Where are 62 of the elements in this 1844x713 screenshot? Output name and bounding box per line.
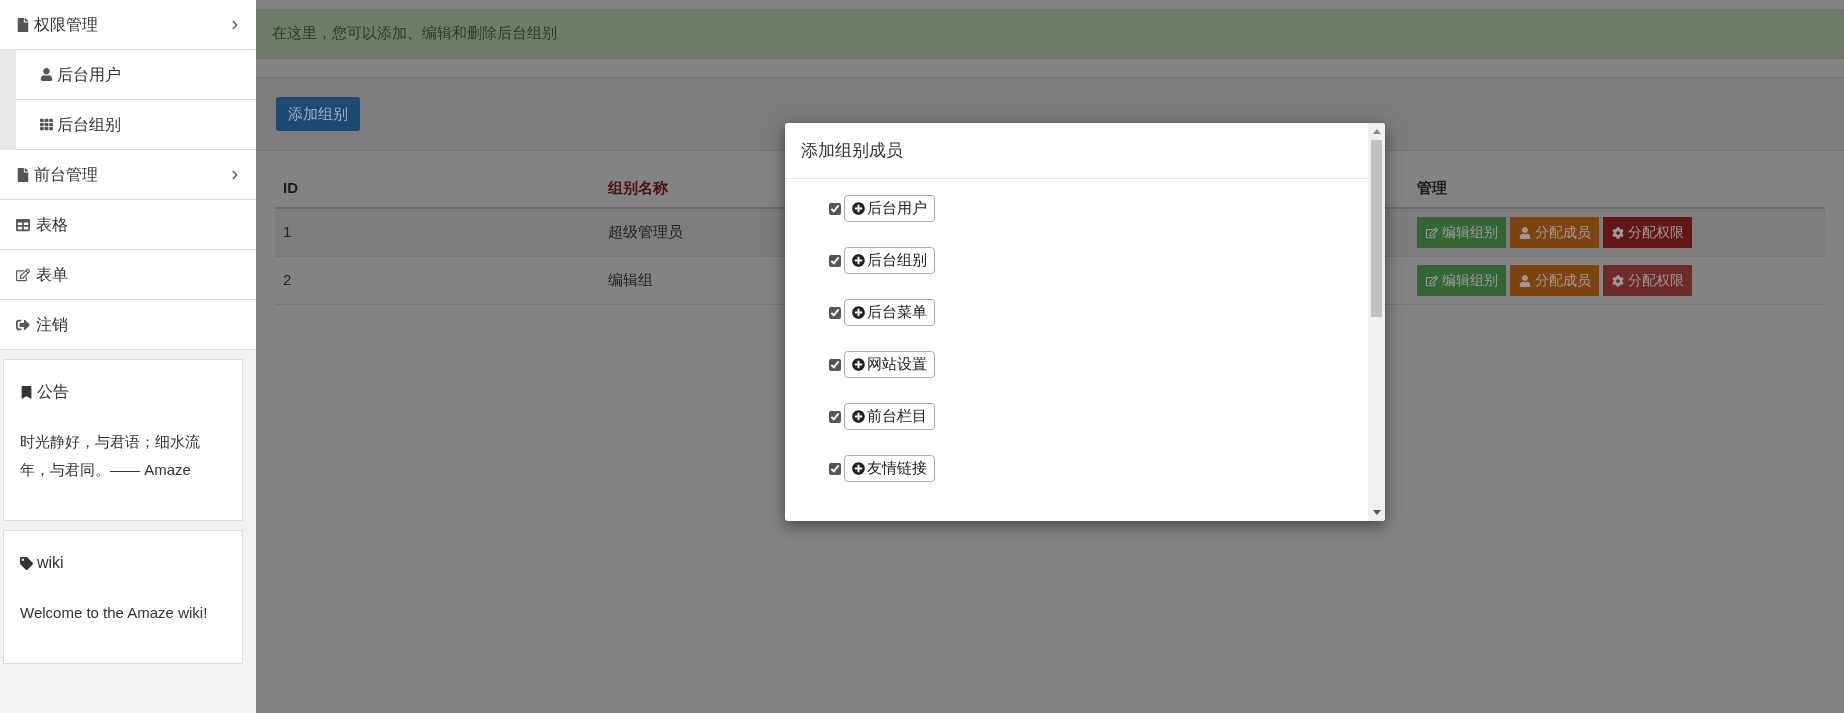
checkbox[interactable] — [829, 202, 841, 215]
action-button[interactable]: 分配权限 — [1603, 217, 1692, 248]
panel-title: 公告 — [37, 382, 69, 402]
checkbox[interactable] — [829, 306, 841, 319]
gear-icon — [1611, 274, 1624, 287]
panel-text: Welcome to the Amaze wiki! — [20, 603, 209, 623]
sidebar-subitem[interactable]: 后台组别 — [16, 100, 256, 150]
tag-icon — [20, 556, 33, 570]
sign-out-icon — [16, 317, 30, 332]
member-button[interactable]: 后台菜单 — [844, 299, 935, 326]
sidebar-item-label: 前台管理 — [34, 164, 98, 185]
edit-icon — [16, 267, 30, 282]
sidebar-item[interactable]: 表单 — [0, 250, 256, 300]
panel-text: 时光静好，与君语；细水流年，与君同。—— Amaze — [20, 432, 201, 480]
sidebar-subitem-label: 后台用户 — [57, 64, 121, 85]
edit-icon — [1425, 274, 1438, 287]
grid-icon — [40, 118, 53, 131]
modal-title: 添加组别成员 — [801, 139, 903, 162]
user-icon — [40, 68, 53, 81]
sidebar-item[interactable]: 表格 — [0, 200, 256, 250]
user-icon — [1518, 274, 1531, 287]
panel-title: wiki — [37, 553, 64, 573]
member-button[interactable]: 网站设置 — [844, 351, 935, 378]
column-header: 管理 — [1416, 177, 1448, 198]
sidebar-item-label: 注销 — [36, 314, 68, 335]
bookmark-icon — [20, 385, 33, 399]
chevron-right-icon — [230, 169, 240, 180]
sidebar-item[interactable]: 前台管理 — [0, 150, 256, 200]
scroll-up-icon[interactable] — [1372, 129, 1381, 134]
column-header: 组别名称 — [607, 177, 669, 198]
action-button[interactable]: 分配权限 — [1603, 265, 1692, 296]
gear-icon — [1611, 226, 1624, 239]
chevron-right-icon — [230, 19, 240, 30]
scroll-down-icon[interactable] — [1372, 510, 1381, 515]
sidebar-subitem-label: 后台组别 — [57, 114, 121, 135]
table-cell-text: 超级管理员 — [607, 222, 684, 243]
sidebar-item[interactable]: 权限管理 — [0, 0, 256, 50]
table-icon — [16, 217, 30, 232]
user-icon — [1518, 226, 1531, 239]
checkbox[interactable] — [829, 462, 841, 475]
file-icon — [16, 17, 30, 32]
table-cell-text: 2 — [282, 270, 293, 291]
sidebar-item-label: 表单 — [36, 264, 68, 285]
file-icon — [16, 167, 30, 182]
sidebar-item-label: 权限管理 — [34, 14, 98, 35]
table-cell-text: 1 — [282, 222, 293, 243]
column-header: ID — [282, 177, 299, 198]
member-button[interactable]: 后台组别 — [844, 247, 935, 274]
sidebar-item[interactable]: 注销 — [0, 300, 256, 350]
table-cell-text: 编辑组 — [607, 270, 654, 291]
member-button[interactable]: 前台栏目 — [844, 403, 935, 430]
scrollbar[interactable] — [1368, 123, 1385, 521]
sidebar-subitem[interactable]: 后台用户 — [16, 50, 256, 100]
edit-icon — [1425, 226, 1438, 239]
checkbox[interactable] — [829, 410, 841, 423]
alert-text: 在这里，您可以添加、编辑和删除后台组别 — [272, 23, 557, 44]
add-group-button[interactable]: 添加组别 — [276, 97, 360, 131]
sidebar-item-label: 表格 — [36, 214, 68, 235]
checkbox[interactable] — [829, 254, 841, 267]
member-button[interactable]: 后台用户 — [844, 195, 935, 222]
member-button[interactable]: 友情链接 — [844, 455, 935, 482]
checkbox[interactable] — [829, 358, 841, 371]
